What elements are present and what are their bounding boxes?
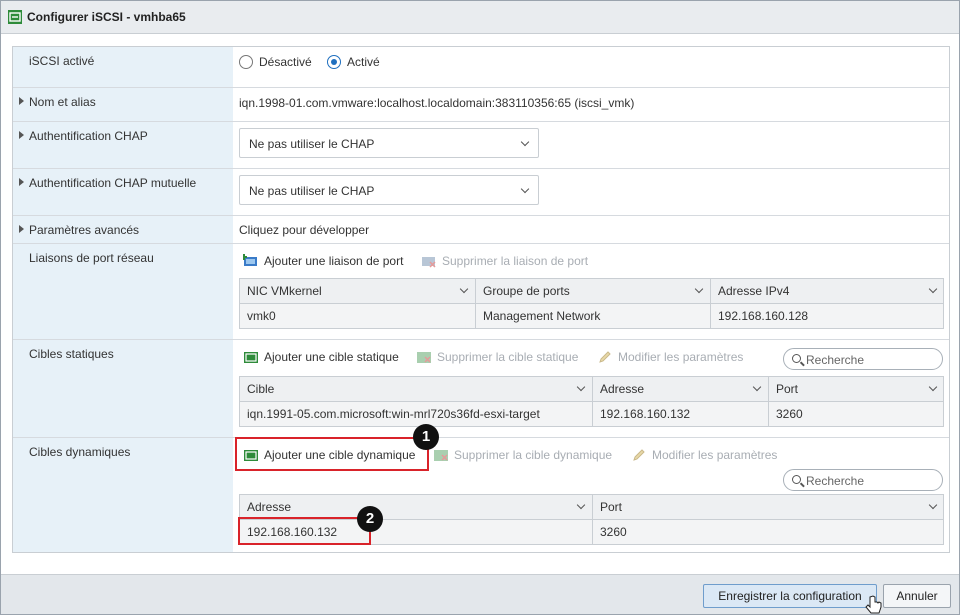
static-search-input[interactable]: Recherche: [783, 348, 943, 370]
expand-caret-icon[interactable]: [19, 131, 24, 139]
remove-dynamic-target-button[interactable]: Supprimer la cible dynamique: [433, 448, 612, 462]
expand-link[interactable]: Cliquez pour développer: [239, 223, 369, 237]
save-configuration-button[interactable]: Enregistrer la configuration: [703, 584, 877, 608]
chevron-down-icon[interactable]: [928, 284, 938, 294]
radio-disabled[interactable]: Désactivé: [239, 55, 312, 69]
chevron-down-icon[interactable]: [576, 500, 586, 510]
config-form: iSCSI activé Désactivé Activé Nom et ali…: [12, 46, 950, 553]
remove-static-target-button[interactable]: Supprimer la cible statique: [416, 350, 578, 364]
table-header: Cible Adresse Port: [240, 377, 943, 402]
radio-enabled[interactable]: Activé: [327, 55, 380, 69]
chevron-down-icon[interactable]: [928, 382, 938, 392]
table-row[interactable]: vmk0 Management Network 192.168.160.128: [240, 304, 943, 328]
row-static-targets: Cibles statiques Ajouter une cible stati…: [13, 340, 949, 438]
radio-button-selected-icon[interactable]: [327, 55, 341, 69]
static-targets-table: Cible Adresse Port iqn.1991-05.com.micro…: [239, 376, 944, 427]
add-port-binding-button[interactable]: Ajouter une liaison de port: [243, 254, 403, 268]
chevron-down-icon[interactable]: [576, 382, 586, 392]
expand-caret-icon[interactable]: [19, 97, 24, 105]
row-port-bindings: Liaisons de port réseau Ajouter une liai…: [13, 244, 949, 340]
dynamic-search-input[interactable]: Recherche: [783, 469, 943, 491]
remove-target-icon: [417, 352, 431, 363]
highlight-box: [235, 437, 429, 471]
search-icon: [792, 475, 801, 484]
row-label: iSCSI activé: [29, 54, 95, 68]
expand-caret-icon[interactable]: [19, 178, 24, 186]
row-label: Paramètres avancés: [29, 223, 140, 237]
row-label: Cibles statiques: [29, 347, 114, 361]
column-header[interactable]: Cible: [240, 377, 592, 401]
edit-dynamic-settings-button[interactable]: Modifier les paramètres: [631, 448, 777, 462]
step-badge: 1: [413, 424, 439, 450]
column-header[interactable]: Groupe de ports: [475, 279, 710, 303]
pencil-icon: [633, 449, 645, 461]
highlight-box: [238, 517, 371, 545]
iqn-value: iqn.1998-01.com.vmware:localhost.localdo…: [239, 96, 635, 110]
configure-iscsi-dialog: Configurer iSCSI - vmhba65 iSCSI activé …: [0, 0, 960, 615]
cancel-button[interactable]: Annuler: [883, 584, 951, 608]
row-name-alias[interactable]: Nom et alias iqn.1998-01.com.vmware:loca…: [13, 88, 949, 122]
row-label: Authentification CHAP: [29, 129, 148, 143]
step-badge: 2: [357, 506, 383, 532]
port-bindings-table: NIC VMkernel Groupe de ports Adresse IPv…: [239, 278, 944, 329]
column-header[interactable]: Adresse: [592, 377, 768, 401]
row-iscsi-enabled: iSCSI activé Désactivé Activé: [13, 47, 949, 88]
chevron-down-icon[interactable]: [459, 284, 469, 294]
remove-network-icon: [422, 257, 436, 268]
iscsi-adapter-icon: [8, 10, 22, 24]
column-header[interactable]: NIC VMkernel: [240, 279, 475, 303]
row-label: Liaisons de port réseau: [29, 251, 154, 265]
search-icon: [792, 354, 801, 363]
add-static-target-button[interactable]: Ajouter une cible statique: [243, 350, 399, 364]
row-label: Nom et alias: [29, 95, 96, 109]
row-chap: Authentification CHAP Ne pas utiliser le…: [13, 122, 949, 169]
title-bar: Configurer iSCSI - vmhba65: [1, 1, 959, 34]
chevron-down-icon[interactable]: [752, 382, 762, 392]
add-target-icon: [244, 352, 258, 363]
dialog-footer: Enregistrer la configuration Annuler: [1, 574, 959, 614]
chap-select[interactable]: Ne pas utiliser le CHAP: [239, 128, 539, 158]
table-row[interactable]: iqn.1991-05.com.microsoft:win-mrl720s36f…: [240, 402, 943, 426]
dialog-title: Configurer iSCSI - vmhba65: [27, 10, 186, 24]
column-header[interactable]: Port: [592, 495, 944, 519]
row-dynamic-targets: Cibles dynamiques Ajouter une cible dyna…: [13, 438, 949, 552]
hand-cursor-icon: [865, 595, 882, 614]
table-header: NIC VMkernel Groupe de ports Adresse IPv…: [240, 279, 943, 304]
mutual-chap-select[interactable]: Ne pas utiliser le CHAP: [239, 175, 539, 205]
column-header[interactable]: Port: [768, 377, 944, 401]
row-label: Cibles dynamiques: [29, 445, 131, 459]
column-header[interactable]: Adresse IPv4: [710, 279, 944, 303]
chevron-down-icon[interactable]: [928, 500, 938, 510]
pencil-icon: [599, 351, 611, 363]
remove-target-icon: [434, 450, 448, 461]
column-header[interactable]: Adresse: [240, 495, 592, 519]
remove-port-binding-button[interactable]: Supprimer la liaison de port: [421, 254, 588, 268]
chevron-down-icon[interactable]: [694, 284, 704, 294]
row-label: Authentification CHAP mutuelle: [29, 176, 197, 190]
radio-button-icon[interactable]: [239, 55, 253, 69]
chevron-down-icon: [520, 184, 530, 194]
add-network-icon: [243, 254, 257, 266]
expand-caret-icon[interactable]: [19, 225, 24, 233]
edit-static-settings-button[interactable]: Modifier les paramètres: [597, 350, 743, 364]
chevron-down-icon: [520, 137, 530, 147]
row-advanced[interactable]: Paramètres avancés Cliquez pour développ…: [13, 216, 949, 244]
row-mutual-chap: Authentification CHAP mutuelle Ne pas ut…: [13, 169, 949, 216]
